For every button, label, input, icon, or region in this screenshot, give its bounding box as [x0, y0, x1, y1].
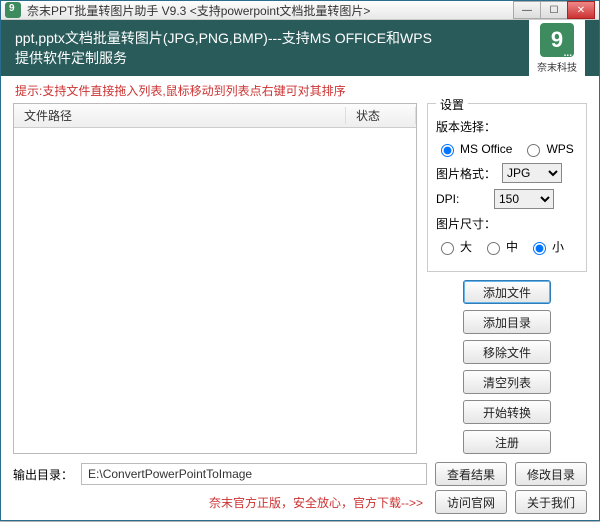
format-select[interactable]: JPG: [502, 163, 562, 183]
dpi-row: DPI: 150: [436, 189, 578, 209]
app-icon: [5, 2, 21, 18]
table-body[interactable]: [14, 128, 416, 453]
output-path[interactable]: E:\ConvertPowerPointToImage: [81, 463, 427, 485]
banner-text: ppt,pptx文档批量转图片(JPG,PNG,BMP)---支持MS OFFI…: [15, 28, 432, 68]
bottom-footer: 奈末官方正版，安全放心，官方下载-->> 访问官网 关于我们: [1, 488, 599, 522]
column-path[interactable]: 文件路径: [14, 107, 346, 124]
size-row: 图片尺寸：: [436, 215, 578, 232]
promo-text: 奈末官方正版，安全放心，官方下载-->>: [209, 494, 423, 511]
side-panel: 设置 版本选择： MS Office WPS 图片格式： JPG: [427, 103, 587, 454]
view-result-button[interactable]: 查看结果: [435, 462, 507, 486]
format-row: 图片格式： JPG: [436, 163, 578, 183]
content-area: 文件路径 状态 设置 版本选择： MS Office WPS 图片格式：: [1, 103, 599, 458]
version-msoffice-radio[interactable]: MS Office: [436, 141, 512, 157]
window-title: 奈末PPT批量转图片助手 V9.3 <支持powerpoint文档批量转图片>: [27, 2, 514, 19]
output-footer: 输出目录： E:\ConvertPowerPointToImage 查看结果 修…: [1, 458, 599, 488]
add-dir-button[interactable]: 添加目录: [463, 310, 551, 334]
column-status[interactable]: 状态: [346, 107, 416, 124]
version-wps-radio[interactable]: WPS: [522, 141, 573, 157]
brand-name: 奈末科技: [537, 59, 577, 74]
format-label: 图片格式：: [436, 165, 496, 182]
brand-logo: 9 奈末科技: [529, 20, 585, 76]
about-us-button[interactable]: 关于我们: [515, 490, 587, 514]
settings-group: 设置 版本选择： MS Office WPS 图片格式： JPG: [427, 103, 587, 272]
clear-list-button[interactable]: 清空列表: [463, 370, 551, 394]
table-header: 文件路径 状态: [14, 104, 416, 128]
remove-file-button[interactable]: 移除文件: [463, 340, 551, 364]
register-button[interactable]: 注册: [463, 430, 551, 454]
banner-line1: ppt,pptx文档批量转图片(JPG,PNG,BMP)---支持MS OFFI…: [15, 28, 432, 48]
output-label: 输出目录：: [13, 466, 73, 483]
app-window: 奈末PPT批量转图片助手 V9.3 <支持powerpoint文档批量转图片> …: [0, 0, 600, 521]
version-label: 版本选择：: [436, 118, 496, 135]
titlebar: 奈末PPT批量转图片助手 V9.3 <支持powerpoint文档批量转图片> …: [1, 1, 599, 20]
settings-legend: 设置: [436, 96, 468, 113]
size-large-radio[interactable]: 大: [436, 238, 472, 255]
maximize-button[interactable]: ☐: [540, 1, 568, 19]
version-radios: MS Office WPS: [436, 141, 578, 157]
change-dir-button[interactable]: 修改目录: [515, 462, 587, 486]
file-table[interactable]: 文件路径 状态: [13, 103, 417, 454]
add-file-button[interactable]: 添加文件: [463, 280, 551, 304]
start-convert-button[interactable]: 开始转换: [463, 400, 551, 424]
banner-line2: 提供软件定制服务: [15, 48, 432, 68]
size-radios: 大 中 小: [436, 238, 578, 255]
visit-site-button[interactable]: 访问官网: [435, 490, 507, 514]
action-buttons: 添加文件 添加目录 移除文件 清空列表 开始转换 注册: [427, 280, 587, 454]
close-button[interactable]: ✕: [567, 1, 595, 19]
version-row: 版本选择：: [436, 118, 578, 135]
size-small-radio[interactable]: 小: [528, 238, 564, 255]
hint-text: 提示:支持文件直接拖入列表,鼠标移动到列表点右键可对其排序: [1, 76, 599, 103]
banner: ppt,pptx文档批量转图片(JPG,PNG,BMP)---支持MS OFFI…: [1, 20, 599, 76]
size-medium-radio[interactable]: 中: [482, 238, 518, 255]
logo-9-icon: 9: [540, 23, 574, 57]
minimize-button[interactable]: —: [513, 1, 541, 19]
dpi-label: DPI:: [436, 192, 488, 206]
dpi-select[interactable]: 150: [494, 189, 554, 209]
window-controls: — ☐ ✕: [514, 1, 595, 19]
size-label: 图片尺寸：: [436, 215, 496, 232]
